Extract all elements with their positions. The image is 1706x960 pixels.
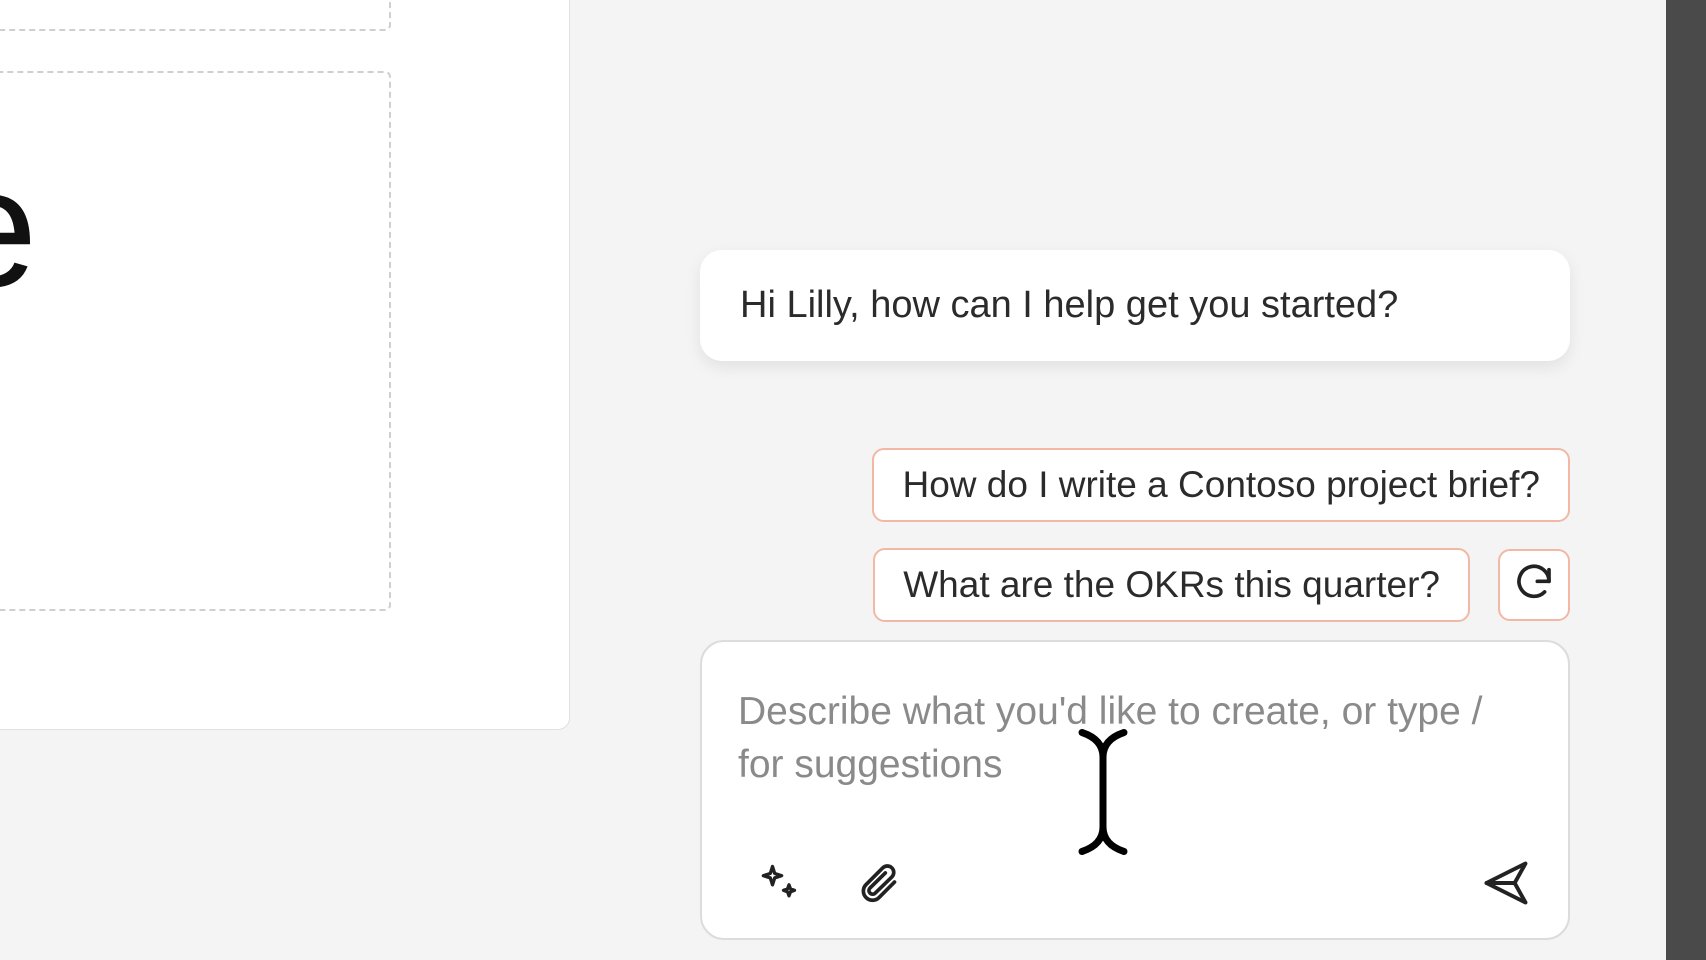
- refresh-icon: [1514, 563, 1554, 608]
- chat-input-toolbar: [738, 857, 1532, 914]
- assistant-greeting: Hi Lilly, how can I help get you started…: [700, 250, 1570, 361]
- document-templates-pane: e: [0, 0, 570, 730]
- suggestion-chip-okrs[interactable]: What are the OKRs this quarter?: [873, 548, 1470, 622]
- sparkle-icon: [756, 861, 800, 910]
- window-edge: [1666, 0, 1706, 960]
- suggestion-chips: How do I write a Contoso project brief? …: [700, 448, 1570, 622]
- send-icon: [1480, 857, 1532, 914]
- template-card[interactable]: e: [0, 71, 391, 611]
- chat-input-box[interactable]: Describe what you'd like to create, or t…: [700, 640, 1570, 940]
- attach-button[interactable]: [856, 861, 900, 910]
- send-button[interactable]: [1480, 857, 1532, 914]
- template-partial-text: e: [0, 143, 38, 313]
- copilot-chat-panel: Hi Lilly, how can I help get you started…: [700, 0, 1630, 960]
- refresh-suggestions-button[interactable]: [1498, 549, 1570, 621]
- sparkle-button[interactable]: [756, 861, 800, 910]
- template-card[interactable]: [0, 0, 391, 31]
- suggestion-chip-project-brief[interactable]: How do I write a Contoso project brief?: [872, 448, 1570, 522]
- chat-input-placeholder: Describe what you'd like to create, or t…: [738, 686, 1532, 791]
- paperclip-icon: [856, 861, 900, 910]
